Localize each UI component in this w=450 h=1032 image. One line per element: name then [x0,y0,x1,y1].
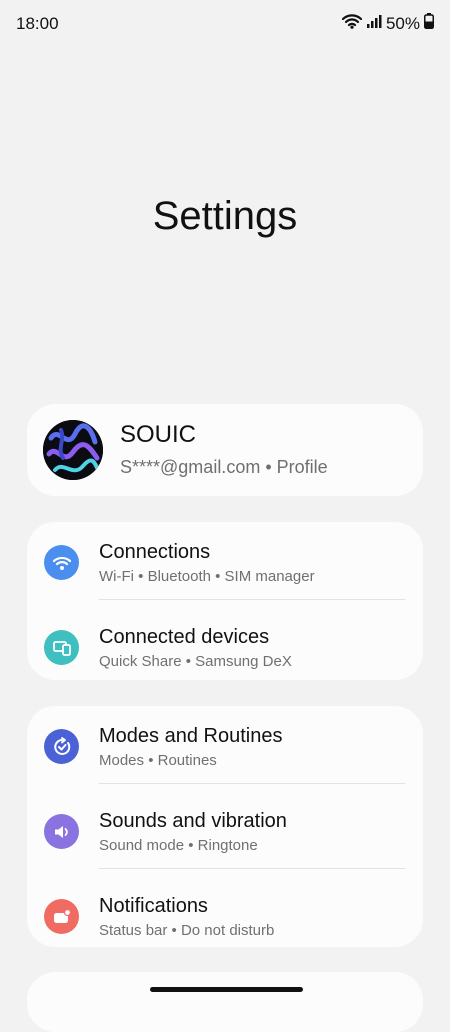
settings-group-partial [27,972,423,1032]
settings-item-connections[interactable]: Connections Wi-Fi • Bluetooth • SIM mana… [27,527,423,607]
settings-item-subtitle: Sound mode • Ringtone [99,837,258,854]
settings-item-subtitle: Quick Share • Samsung DeX [99,653,292,670]
status-indicators: 50% [341,13,434,34]
profile-name: SOUIC [120,421,197,448]
settings-item-subtitle: Modes • Routines [99,752,217,769]
settings-item-title: Sounds and vibration [99,810,287,832]
profile-subtitle: S****@gmail.com • Profile [120,457,328,477]
settings-item-title: Modes and Routines [99,725,283,747]
settings-item-subtitle: Status bar • Do not disturb [99,922,275,939]
home-indicator[interactable] [150,987,303,992]
wifi-icon [44,545,79,580]
settings-item-title: Connections [99,541,211,563]
settings-group-connections: Connections Wi-Fi • Bluetooth • SIM mana… [27,522,423,680]
divider [99,868,405,869]
divider [99,783,405,784]
wifi-status-icon [341,13,363,34]
connected-devices-icon [44,630,79,665]
settings-item-modes-routines[interactable]: Modes and Routines Modes • Routines [27,711,423,791]
battery-percent: 50% [385,13,420,33]
settings-item-title: Notifications [99,895,208,917]
battery-icon [424,13,434,34]
settings-item-notifications[interactable]: Notifications Status bar • Do not distur… [27,881,423,961]
avatar [43,420,103,480]
notifications-icon [44,899,79,934]
volume-icon [44,814,79,849]
divider [99,599,405,600]
settings-item-sounds-vibration[interactable]: Sounds and vibration Sound mode • Ringto… [27,796,423,876]
settings-item-title: Connected devices [99,626,270,648]
page-title: Settings [152,194,298,238]
settings-item-connected-devices[interactable]: Connected devices Quick Share • Samsung … [27,612,423,692]
settings-group-modes: Modes and Routines Modes • Routines Soun… [27,706,423,947]
profile-card[interactable]: SOUIC S****@gmail.com • Profile [27,404,423,496]
signal-strength-icon [366,13,382,34]
settings-item-subtitle: Wi-Fi • Bluetooth • SIM manager [99,568,315,585]
status-time: 18:00 [16,14,59,33]
status-bar: 18:00 50% [0,0,450,48]
modes-routines-icon [44,729,79,764]
